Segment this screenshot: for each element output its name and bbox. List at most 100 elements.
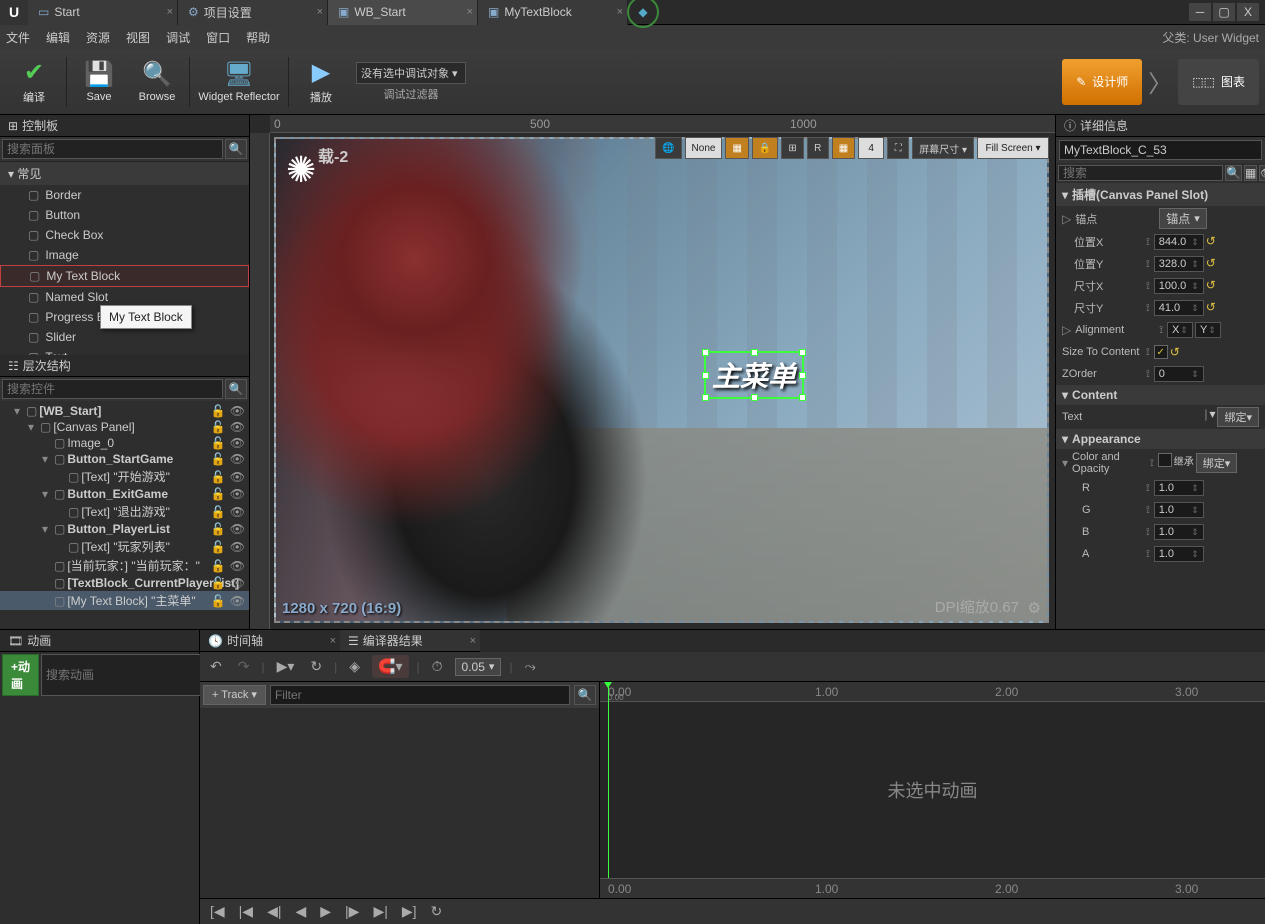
palette-item-border[interactable]: ▢Border bbox=[0, 185, 249, 205]
eye-icon[interactable]: 👁 bbox=[230, 487, 245, 501]
vp-grid-size[interactable]: 4 bbox=[858, 137, 884, 159]
details-eye-button[interactable]: 👁 bbox=[1259, 165, 1265, 181]
add-track-button[interactable]: + Track ▾ bbox=[203, 685, 266, 705]
reset-sizey[interactable]: ↺ bbox=[1206, 300, 1216, 316]
tree-row[interactable]: ▢[TextBlock_CurrentPlayerList]🔓👁 bbox=[0, 575, 249, 591]
color-bind-dropdown[interactable]: 绑定▾ bbox=[1196, 453, 1238, 473]
reset-sizex[interactable]: ↺ bbox=[1206, 278, 1216, 294]
palette-tab[interactable]: ⊞ 控制板 bbox=[0, 115, 249, 137]
inherit-color-checkbox[interactable] bbox=[1158, 453, 1172, 467]
tab-close[interactable]: × bbox=[617, 6, 623, 18]
tp-gostart[interactable]: [◀ bbox=[206, 903, 229, 920]
vp-layout-button[interactable]: ⊞ bbox=[781, 137, 803, 159]
widget-name-input[interactable] bbox=[1059, 140, 1262, 160]
details-tab[interactable]: ⓘ 详细信息 bbox=[1056, 115, 1265, 137]
source-control-icon[interactable] bbox=[628, 0, 658, 25]
tl-undo[interactable]: ↶ bbox=[206, 658, 226, 675]
graph-mode-button[interactable]: ⬚⬚ 图表 bbox=[1178, 59, 1259, 105]
lock-icon[interactable]: 🔓 bbox=[211, 540, 226, 554]
eye-icon[interactable]: 👁 bbox=[230, 470, 245, 484]
text-bind-dropdown[interactable]: 绑定▾ bbox=[1217, 407, 1259, 427]
color-b-input[interactable]: 1.0 bbox=[1154, 524, 1204, 540]
anchors-dropdown[interactable]: 锚点 ▾ bbox=[1159, 208, 1207, 229]
lock-icon[interactable]: 🔓 bbox=[211, 576, 226, 590]
tp-stepback[interactable]: ◀| bbox=[263, 903, 285, 920]
details-search-input[interactable] bbox=[1058, 165, 1223, 181]
menu-帮助[interactable]: 帮助 bbox=[246, 29, 270, 46]
palette-item-image[interactable]: ▢Image bbox=[0, 245, 249, 265]
align-y[interactable]: Y bbox=[1195, 322, 1221, 338]
debug-target-dropdown[interactable]: 没有选中调试对象 ▾ bbox=[356, 62, 466, 84]
compiler-results-tab[interactable]: ☰编译器结果× bbox=[340, 630, 480, 652]
vp-r-button[interactable]: R bbox=[807, 137, 829, 159]
tab-close[interactable]: × bbox=[317, 6, 323, 18]
position-y-input[interactable]: 328.0 bbox=[1154, 256, 1204, 272]
hierarchy-tab[interactable]: ☷ 层次结构 bbox=[0, 355, 249, 377]
tl-speed-dropdown[interactable]: 0.05 ▾ bbox=[455, 658, 502, 676]
menu-文件[interactable]: 文件 bbox=[6, 29, 30, 46]
tree-row[interactable]: ▢[Text] "开始游戏"🔓👁 bbox=[0, 467, 249, 486]
tree-row[interactable]: ▢[Text] "玩家列表"🔓👁 bbox=[0, 537, 249, 556]
vp-outline-toggle[interactable]: ▦ bbox=[725, 137, 748, 159]
tl-curves[interactable]: ⤳ bbox=[521, 658, 540, 675]
tl-redo[interactable]: ↷ bbox=[234, 658, 254, 675]
timeline-tab[interactable]: 🕓时间轴× bbox=[200, 630, 340, 652]
eye-icon[interactable]: 👁 bbox=[230, 452, 245, 466]
title-tab-MyTextBlock[interactable]: ▣MyTextBlock× bbox=[478, 0, 628, 25]
color-g-input[interactable]: 1.0 bbox=[1154, 502, 1204, 518]
tab-close[interactable]: × bbox=[167, 6, 173, 18]
palette-search-input[interactable] bbox=[2, 139, 223, 159]
menu-资源[interactable]: 资源 bbox=[86, 29, 110, 46]
size-x-input[interactable]: 100.0 bbox=[1154, 278, 1204, 294]
track-filter-button[interactable]: 🔍 bbox=[574, 685, 596, 705]
lock-icon[interactable]: 🔓 bbox=[211, 470, 226, 484]
lock-icon[interactable]: 🔓 bbox=[211, 420, 226, 434]
tree-row[interactable]: ▢[My Text Block] "主菜单"🔓👁 bbox=[0, 591, 249, 610]
dpi-settings-button[interactable]: ⚙ bbox=[1028, 599, 1041, 617]
details-matrix-button[interactable]: ▦ bbox=[1244, 165, 1257, 181]
lock-icon[interactable]: 🔓 bbox=[211, 452, 226, 466]
save-button[interactable]: 💾 Save bbox=[71, 54, 127, 110]
palette-item-my-text-block[interactable]: ▢My Text Block bbox=[0, 265, 249, 287]
tab-close[interactable]: × bbox=[467, 6, 473, 18]
size-to-content-checkbox[interactable]: ✓ bbox=[1154, 345, 1168, 359]
hierarchy-search-button[interactable]: 🔍 bbox=[225, 379, 247, 399]
lock-icon[interactable]: 🔓 bbox=[211, 487, 226, 501]
palette-item-button[interactable]: ▢Button bbox=[0, 205, 249, 225]
eye-icon[interactable]: 👁 bbox=[230, 505, 245, 519]
ue-logo[interactable]: U bbox=[0, 0, 28, 25]
eye-icon[interactable]: 👁 bbox=[230, 540, 245, 554]
track-filter-input[interactable] bbox=[270, 685, 570, 705]
anim-search-input[interactable] bbox=[41, 654, 206, 696]
eye-icon[interactable]: 👁 bbox=[230, 594, 245, 608]
color-r-input[interactable]: 1.0 bbox=[1154, 480, 1204, 496]
palette-category-common[interactable]: ▾ 常见 bbox=[0, 161, 249, 185]
reset-posy[interactable]: ↺ bbox=[1206, 256, 1216, 272]
reset-stc[interactable]: ↺ bbox=[1170, 345, 1180, 359]
lock-icon[interactable]: 🔓 bbox=[211, 559, 226, 573]
palette-item-slider[interactable]: ▢Slider bbox=[0, 327, 249, 347]
eye-icon[interactable]: 👁 bbox=[230, 436, 245, 450]
tl-play[interactable]: ▶▾ bbox=[273, 658, 299, 675]
size-y-input[interactable]: 41.0 bbox=[1154, 300, 1204, 316]
close-btn[interactable]: X bbox=[1237, 3, 1259, 21]
zorder-input[interactable]: 0 bbox=[1154, 366, 1204, 382]
browse-button[interactable]: 🔍 Browse bbox=[129, 54, 185, 110]
parent-class-label[interactable]: 父类: User Widget bbox=[1162, 29, 1259, 46]
eye-icon[interactable]: 👁 bbox=[230, 576, 245, 590]
vp-zoom-fit-button[interactable]: ⛶ bbox=[887, 137, 909, 159]
tp-next[interactable]: ▶| bbox=[369, 903, 391, 920]
lock-icon[interactable]: 🔓 bbox=[211, 404, 226, 418]
animations-tab[interactable]: 🎞 动画 bbox=[0, 630, 199, 652]
timeline-ruler-bottom[interactable]: 0.00 1.00 2.00 3.00 bbox=[600, 878, 1265, 898]
menu-窗口[interactable]: 窗口 bbox=[206, 29, 230, 46]
selected-widget[interactable]: 主菜单 bbox=[704, 351, 804, 399]
designer-mode-button[interactable]: ✎ 设计师 bbox=[1062, 59, 1142, 105]
timeline-canvas[interactable]: 0.00 0.00 1.00 2.00 3.00 未选中动画 0.00 1.00… bbox=[600, 682, 1265, 898]
tp-prev[interactable]: |◀ bbox=[235, 903, 257, 920]
menu-视图[interactable]: 视图 bbox=[126, 29, 150, 46]
tree-row[interactable]: ▢Image_0🔓👁 bbox=[0, 435, 249, 451]
tp-loop[interactable]: ↻ bbox=[427, 903, 447, 920]
vp-fill-dropdown[interactable]: Fill Screen ▾ bbox=[977, 137, 1049, 159]
eye-icon[interactable]: 👁 bbox=[230, 522, 245, 536]
